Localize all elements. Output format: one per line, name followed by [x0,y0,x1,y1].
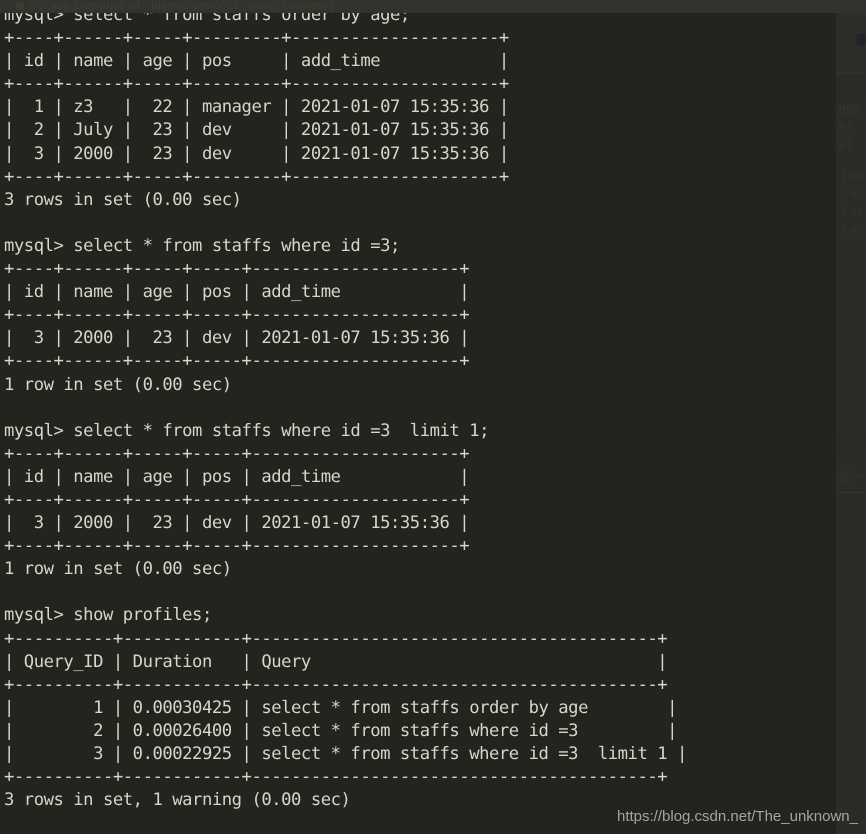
app-title-bar: SQLyog Enterprise 64 - [demo3/demo012 - … [0,0,866,13]
background-grid-column-labels: 出匹 [838,103,863,117]
app-icon [16,2,24,10]
background-grid-cell-3: 3 aa [840,204,864,218]
background-toolbar-icon [855,33,866,46]
background-status-panel [836,430,866,452]
background-grid-header [836,80,866,100]
app-title-text: SQLyog Enterprise 64 - [demo3/demo012 - … [29,0,335,12]
csdn-watermark: https://blog.csdn.net/The_unknown_ [617,808,858,825]
background-toolbar-divider [836,73,866,74]
background-grid-cell-2: 2 aa [840,186,864,200]
background-grid-row-label-1: a t [838,119,852,133]
background-status-divider [836,492,866,493]
background-grid-cell-1: 1 aa [840,168,864,182]
background-grid-cell-4: 4 aa [840,222,864,236]
background-status-text: 第一 [838,470,863,484]
console-output[interactable]: mysql> select * from staffs order by age… [4,13,687,812]
background-grid-row-label-2: a t [838,137,852,151]
mysql-console-window[interactable]: mysql> select * from staffs order by age… [0,13,836,834]
